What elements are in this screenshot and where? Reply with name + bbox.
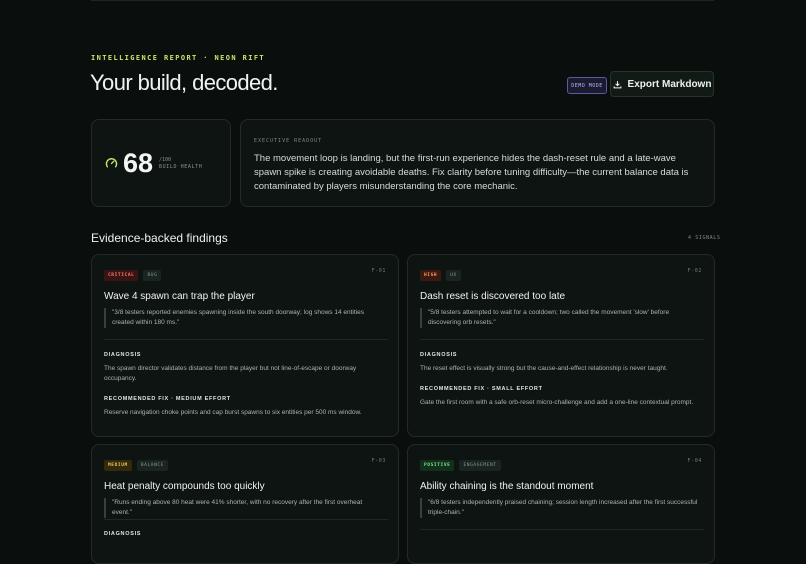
finding-id: F-01 [371, 268, 386, 274]
finding-title: Wave 4 spawn can trap the player [104, 291, 255, 302]
finding-id: F-02 [687, 268, 702, 274]
executive-readout-card: EXECUTIVE READOUT The movement loop is l… [240, 119, 715, 207]
divider [104, 519, 388, 520]
finding-card[interactable]: MEDIUM BALANCE F-03 Heat penalty compoun… [91, 444, 399, 564]
signals-count: 4 SIGNALS [688, 235, 721, 241]
finding-title: Dash reset is discovered too late [420, 291, 566, 302]
build-health-score: 68 [123, 148, 154, 178]
finding-evidence-quote: "6/8 testers independently praised chain… [420, 498, 698, 518]
severity-badge: HIGH [420, 270, 442, 281]
findings-heading: Evidence-backed findings [91, 231, 228, 245]
build-health-card: 68 /100 BUILD HEALTH [91, 119, 231, 207]
diagnosis-label: DIAGNOSIS [104, 352, 142, 358]
readout-text: The movement loop is landing, but the fi… [254, 153, 689, 192]
export-markdown-button[interactable]: Export Markdown [610, 71, 714, 97]
score-label: BUILD HEALTH [159, 164, 203, 170]
finding-title: Ability chaining is the standout moment [420, 481, 594, 492]
demo-mode-badge: DEMO MODE [567, 77, 607, 94]
category-badge: BUG [143, 270, 162, 281]
export-markdown-label: Export Markdown [627, 78, 712, 90]
divider [104, 339, 388, 340]
finding-title: Heat penalty compounds too quickly [104, 481, 265, 492]
finding-card[interactable]: POSITIVE ENGAGEMENT F-04 Ability chainin… [407, 444, 715, 564]
diagnosis-text: The spawn director validates distance fr… [104, 365, 357, 382]
readout-label: EXECUTIVE READOUT [254, 138, 323, 144]
severity-badge: CRITICAL [104, 270, 139, 281]
finding-id: F-03 [371, 458, 386, 464]
fix-label: RECOMMENDED FIX · MEDIUM EFFORT [104, 396, 231, 402]
category-badge: ENGAGEMENT [459, 460, 501, 471]
fix-text: Reserve navigation choke points and cap … [104, 409, 362, 416]
finding-evidence-quote: "Runs ending above 80 heat were 41% shor… [104, 498, 382, 518]
diagnosis-label: DIAGNOSIS [420, 352, 458, 358]
download-icon [613, 80, 621, 88]
finding-evidence-quote: "5/8 testers attempted to wait for a coo… [420, 308, 698, 328]
fix-text: Gate the first room with a safe orb-rese… [420, 399, 694, 406]
severity-badge: MEDIUM [104, 460, 132, 471]
finding-id: F-04 [687, 458, 702, 464]
finding-card[interactable]: CRITICAL BUG F-01 Wave 4 spawn can trap … [91, 254, 399, 437]
page-title: Your build, decoded. [90, 70, 278, 95]
divider [420, 339, 704, 340]
category-badge: BALANCE [136, 460, 169, 471]
report-eyebrow: INTELLIGENCE REPORT · NEON RIFT [91, 54, 266, 62]
score-max: /100 [159, 157, 172, 163]
gauge-icon [105, 157, 118, 168]
category-badge: UX [446, 270, 461, 281]
severity-badge: POSITIVE [420, 460, 455, 471]
top-divider [91, 0, 714, 1]
diagnosis-text: The reset effect is visually strong but … [420, 365, 668, 372]
finding-card[interactable]: HIGH UX F-02 Dash reset is discovered to… [407, 254, 715, 437]
diagnosis-label: DIAGNOSIS [104, 531, 142, 537]
finding-evidence-quote: "3/8 testers reported enemies spawning i… [104, 308, 382, 328]
divider [420, 529, 704, 530]
fix-label: RECOMMENDED FIX · SMALL EFFORT [420, 386, 543, 392]
